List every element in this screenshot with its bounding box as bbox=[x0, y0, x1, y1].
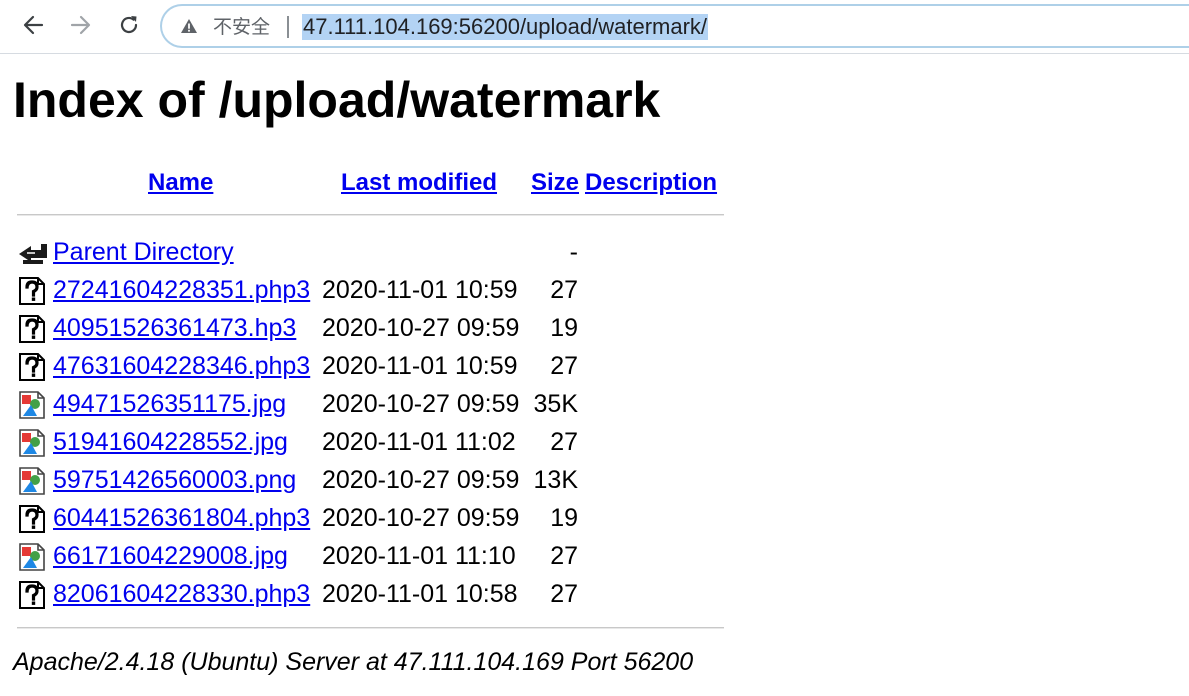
file-size: 27 bbox=[550, 428, 578, 456]
file-size: 27 bbox=[550, 352, 578, 380]
footer-divider bbox=[17, 627, 724, 629]
header-divider bbox=[17, 214, 724, 216]
browser-toolbar: 不安全 47.111.104.169:56200/upload/watermar… bbox=[0, 0, 1189, 54]
unknown-file-icon bbox=[19, 353, 45, 381]
file-size: 13K bbox=[533, 466, 578, 494]
unknown-file-icon bbox=[19, 505, 45, 533]
file-modified-date: 2020-10-27 09:59 bbox=[322, 390, 520, 418]
file-size: 19 bbox=[550, 314, 578, 342]
reload-icon bbox=[120, 16, 138, 34]
column-header-description[interactable]: Description bbox=[585, 168, 717, 198]
url-text[interactable]: 47.111.104.169:56200/upload/watermark/ bbox=[302, 14, 709, 40]
file-link[interactable]: 60441526361804.php3 bbox=[53, 503, 310, 533]
file-size: 27 bbox=[550, 276, 578, 304]
file-row: 27241604228351.php3 2020-11-01 10:59 27 bbox=[0, 273, 760, 311]
file-row: 60441526361804.php3 2020-10-27 09:59 19 bbox=[0, 501, 760, 539]
file-modified-date: 2020-11-01 11:02 bbox=[322, 428, 516, 456]
file-modified-date: 2020-11-01 11:10 bbox=[322, 542, 516, 570]
warning-icon bbox=[181, 19, 197, 33]
file-row: 49471526351175.jpg 2020-10-27 09:59 35K bbox=[0, 387, 760, 425]
file-link[interactable]: 51941604228552.jpg bbox=[53, 427, 288, 457]
file-modified-date: 2020-11-01 10:58 bbox=[322, 580, 518, 608]
file-link[interactable]: 59751426560003.png bbox=[53, 465, 296, 495]
file-link[interactable]: 47631604228346.php3 bbox=[53, 351, 310, 381]
file-link[interactable]: 27241604228351.php3 bbox=[53, 275, 310, 305]
file-size: 19 bbox=[550, 504, 578, 532]
reload-button[interactable] bbox=[112, 8, 146, 42]
file-row: 82061604228330.php3 2020-11-01 10:58 27 bbox=[0, 577, 760, 615]
file-size: - bbox=[569, 238, 578, 266]
file-size: 27 bbox=[550, 542, 578, 570]
back-arrow-icon bbox=[23, 15, 44, 35]
file-link[interactable]: 49471526351175.jpg bbox=[53, 389, 286, 419]
file-link[interactable]: 66171604229008.jpg bbox=[53, 541, 288, 571]
file-row: 47631604228346.php3 2020-11-01 10:59 27 bbox=[0, 349, 760, 387]
column-header-name[interactable]: Name bbox=[148, 168, 213, 198]
file-row: 51941604228552.jpg 2020-11-01 11:02 27 bbox=[0, 425, 760, 463]
parent-directory-row: Parent Directory - bbox=[0, 235, 760, 273]
image-file-icon bbox=[19, 391, 45, 419]
address-bar[interactable]: 不安全 47.111.104.169:56200/upload/watermar… bbox=[160, 4, 1189, 48]
image-file-icon bbox=[19, 467, 45, 495]
file-row: 66171604229008.jpg 2020-11-01 11:10 27 bbox=[0, 539, 760, 577]
file-row: 59751426560003.png 2020-10-27 09:59 13K bbox=[0, 463, 760, 501]
file-row: 40951526361473.hp3 2020-10-27 09:59 19 bbox=[0, 311, 760, 349]
unknown-file-icon bbox=[19, 277, 45, 305]
column-header-size[interactable]: Size bbox=[531, 168, 579, 198]
file-modified-date: 2020-11-01 10:59 bbox=[322, 352, 518, 380]
file-link[interactable]: 82061604228330.php3 bbox=[53, 579, 310, 609]
omnibox-separator bbox=[287, 16, 289, 38]
unknown-file-icon bbox=[19, 315, 45, 343]
file-size: 27 bbox=[550, 580, 578, 608]
file-size: 35K bbox=[533, 390, 578, 418]
server-signature: Apache/2.4.18 (Ubuntu) Server at 47.111.… bbox=[13, 648, 694, 676]
forward-button[interactable] bbox=[64, 8, 98, 42]
forward-arrow-icon bbox=[70, 15, 91, 35]
page-content: Index of /upload/watermark Name Last mod… bbox=[0, 55, 1189, 696]
back-folder-icon bbox=[19, 244, 47, 264]
page-title: Index of /upload/watermark bbox=[13, 72, 661, 128]
back-button[interactable] bbox=[16, 8, 50, 42]
file-modified-date: 2020-10-27 09:59 bbox=[322, 504, 520, 532]
file-modified-date: 2020-11-01 10:59 bbox=[322, 276, 518, 304]
file-link[interactable]: 40951526361473.hp3 bbox=[53, 313, 296, 343]
parent-directory-link[interactable]: Parent Directory bbox=[53, 237, 234, 267]
unknown-file-icon bbox=[19, 581, 45, 609]
column-header-last-modified[interactable]: Last modified bbox=[341, 168, 497, 198]
file-modified-date: 2020-10-27 09:59 bbox=[322, 314, 520, 342]
security-indicator[interactable]: 不安全 bbox=[213, 14, 270, 40]
image-file-icon bbox=[19, 429, 45, 457]
image-file-icon bbox=[19, 543, 45, 571]
file-modified-date: 2020-10-27 09:59 bbox=[322, 466, 520, 494]
